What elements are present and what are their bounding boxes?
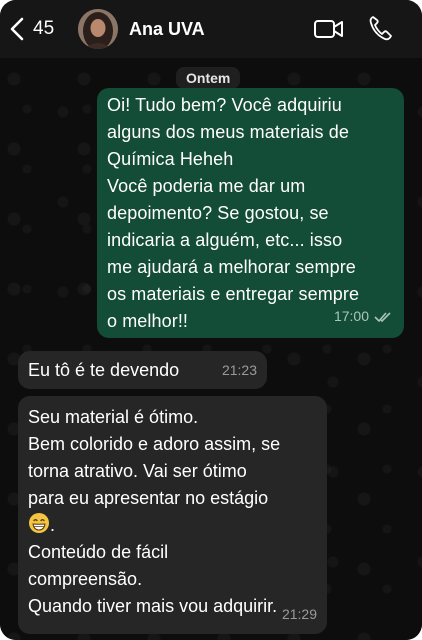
phone-call-icon[interactable] (368, 15, 392, 41)
date-separator: Ontem (176, 67, 241, 89)
back-button[interactable]: 45 (8, 14, 64, 44)
message-meta: 17:00 (334, 303, 392, 330)
read-receipt-icon (374, 311, 391, 322)
message-time: 17:00 (333, 308, 369, 324)
message-time: 21:29 (281, 606, 317, 622)
outgoing-message[interactable]: Oi! Tudo bem? Você adquiriu alguns dos m… (97, 88, 404, 338)
message-text-part: . Conteúdo de fácil compreensão. Quando … (28, 515, 278, 616)
chat-header: 45 Ana UVA (0, 0, 422, 58)
message-text: Oi! Tudo bem? Você adquiriu alguns dos m… (107, 95, 360, 331)
message-text: Seu material é ótimo. Bem colorido e ado… (28, 404, 317, 620)
grinning-face-emoji (29, 513, 49, 533)
unread-count: 45 (33, 18, 55, 39)
back-chevron-icon (10, 17, 24, 41)
incoming-message[interactable]: Eu tô é te devendo 21:23 (18, 351, 267, 389)
video-call-icon[interactable] (313, 17, 345, 41)
incoming-message[interactable]: Seu material é ótimo. Bem colorido e ado… (18, 396, 327, 634)
contact-name[interactable]: Ana UVA (129, 19, 205, 40)
message-text-part: Seu material é ótimo. Bem colorido e ado… (28, 407, 281, 508)
chat-window: 45 Ana UVA Ontem Oi! Tudo bem? Você adqu… (0, 0, 422, 640)
avatar[interactable] (78, 9, 118, 49)
message-time: 21:23 (221, 362, 257, 378)
